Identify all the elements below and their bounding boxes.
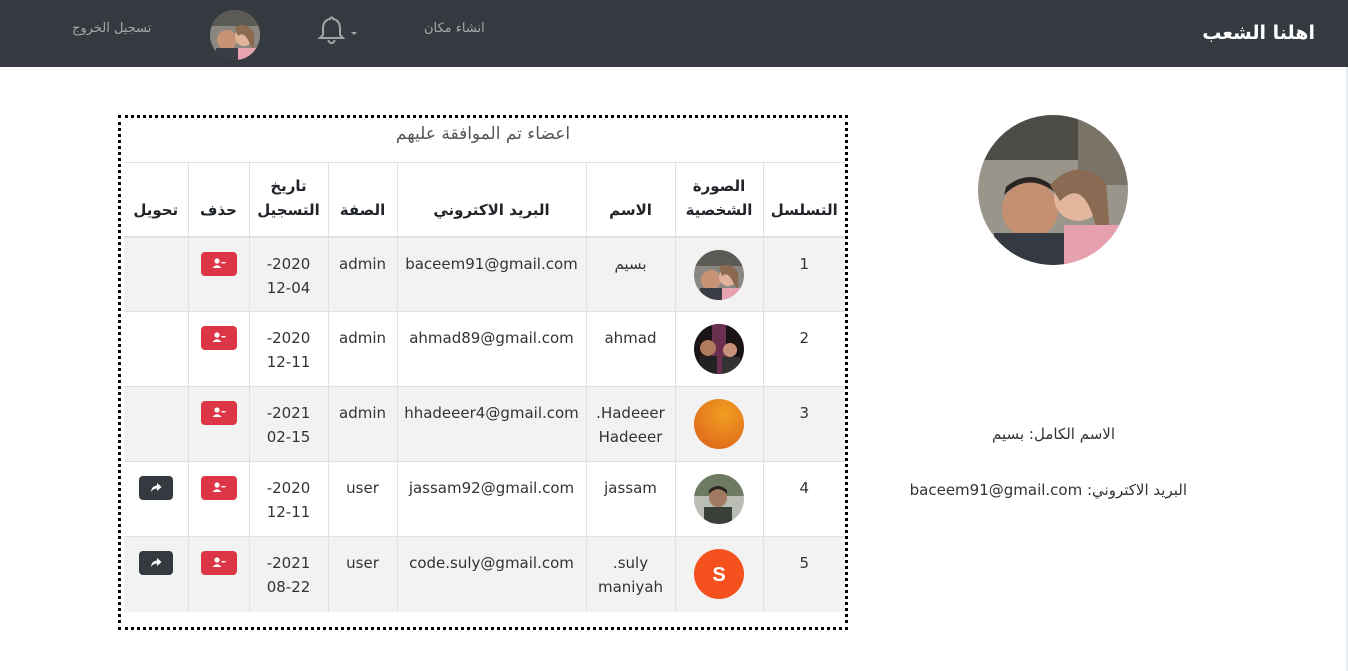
table-row: 5 S suly. maniyah code.suly@gmail.com use… [124,536,845,612]
cell-transfer [124,536,188,612]
approved-members-panel: اعضاء تم الموافقة عليهم التسلسل الصورة ال… [118,115,848,630]
cell-delete [187,536,249,612]
cell-name: jassam [585,461,675,537]
cell-role: user [327,536,397,612]
cell-serial: 3 [762,386,845,462]
cell-email: baceem91@gmail.com [396,236,586,312]
delete-button[interactable] [200,551,237,575]
cell-role: admin [327,386,397,462]
user-photo-icon [978,115,1128,265]
header-delete: حذف [187,162,249,238]
cell-email: ahmad89@gmail.com [396,311,586,387]
cell-serial: 1 [762,236,845,312]
cell-serial: 2 [762,311,845,387]
header-role: الصفة [327,162,397,238]
cell-name: suly. maniyah [585,536,675,612]
profile-email: البريد الاكتروني: baceem91@gmail.com [909,481,1187,499]
cell-date: 2021- 08-22 [248,536,328,612]
cell-date: 2021- 02-15 [248,386,328,462]
cell-transfer [124,311,188,387]
logout-link[interactable]: تسجيل الخروج [72,21,151,36]
table-row: 4 jassam jassam92@gmail.com user 2020- 12… [124,461,845,537]
cell-role: admin [327,311,397,387]
member-avatar [694,399,744,449]
nav-user-avatar[interactable] [210,10,260,60]
delete-button[interactable] [200,251,237,276]
user-minus-icon [212,257,225,268]
cell-delete [187,461,249,537]
user-photo-icon [694,324,744,374]
user-photo-icon [210,10,260,60]
cell-name: ahmad [585,311,675,387]
cell-date: 2020- 12-11 [248,461,328,537]
cell-date: 2020- 12-04 [248,236,328,312]
letter-avatar-icon: S [694,549,744,599]
profile-avatar [978,115,1128,265]
header-serial: التسلسل [762,162,845,238]
cell-email: jassam92@gmail.com [396,461,586,537]
table-row: 2 ahmad ahmad89@gmail.com admin 2020- 12-… [124,311,845,387]
cell-transfer [124,461,188,537]
user-minus-icon [212,407,225,417]
brand-title[interactable]: اهلنا الشعب [1202,22,1315,44]
svg-text:S: S [712,564,725,586]
cell-delete [187,236,249,312]
user-minus-icon [212,332,225,342]
user-minus-icon [212,557,225,567]
cell-date: 2020- 12-11 [248,311,328,387]
cell-name: Hadeeer. Hadeeer [585,386,675,462]
panel-title: اعضاء تم الموافقة عليهم [395,124,571,144]
profile-full-name: الاسم الكامل: بسيم [992,425,1115,443]
user-photo-icon [694,249,744,300]
user-photo-icon [694,474,744,524]
cell-role: admin [327,236,397,312]
member-avatar: S [694,549,744,599]
table-row: 1 بسيم baceem91@gmail.com admin 2020- 12-… [124,236,845,312]
header-date: تاريخ التسجيل [248,162,328,238]
cell-name: بسيم [585,236,675,312]
transfer-button[interactable] [138,476,173,500]
header-name: الاسم [585,162,675,238]
caret-down-icon [351,32,357,35]
members-table: التسلسل الصورة الشخصية الاسم البريد الاكت… [124,162,845,612]
cell-photo [674,461,763,537]
cell-serial: 5 [762,536,845,612]
cell-photo: S [674,536,763,612]
cell-delete [187,311,249,387]
delete-button[interactable] [200,326,237,350]
member-avatar [694,474,744,524]
share-arrow-icon [150,483,162,492]
bell-icon [317,16,357,44]
cell-role: user [327,461,397,537]
create-place-link[interactable]: انشاء مكان [424,21,485,36]
cell-serial: 4 [762,461,845,537]
cell-delete [187,386,249,462]
transfer-button[interactable] [138,551,173,575]
cell-email: code.suly@gmail.com [396,536,586,612]
cell-transfer [124,236,188,312]
delete-button[interactable] [200,476,237,500]
member-avatar [694,324,744,374]
orange-circle-icon [694,399,744,449]
notifications-dropdown[interactable] [316,15,358,47]
header-email: البريد الاكتروني [396,162,586,238]
delete-button[interactable] [200,401,237,425]
share-arrow-icon [150,558,162,567]
top-navbar: اهلنا الشعب انشاء مكان تسجيل الخروج [0,0,1348,67]
user-minus-icon [212,482,225,492]
table-header-row: التسلسل الصورة الشخصية الاسم البريد الاكت… [124,162,845,238]
cell-transfer [124,386,188,462]
cell-photo [674,386,763,462]
cell-photo [674,236,763,312]
member-avatar [694,249,744,300]
header-transfer: تحويل [124,162,188,238]
cell-photo [674,311,763,387]
cell-email: hhadeeer4@gmail.com [396,386,586,462]
table-row: 3 Hadeeer. Hadeeer hhadeeer4@gmail.com ad… [124,386,845,462]
header-photo: الصورة الشخصية [674,162,763,238]
